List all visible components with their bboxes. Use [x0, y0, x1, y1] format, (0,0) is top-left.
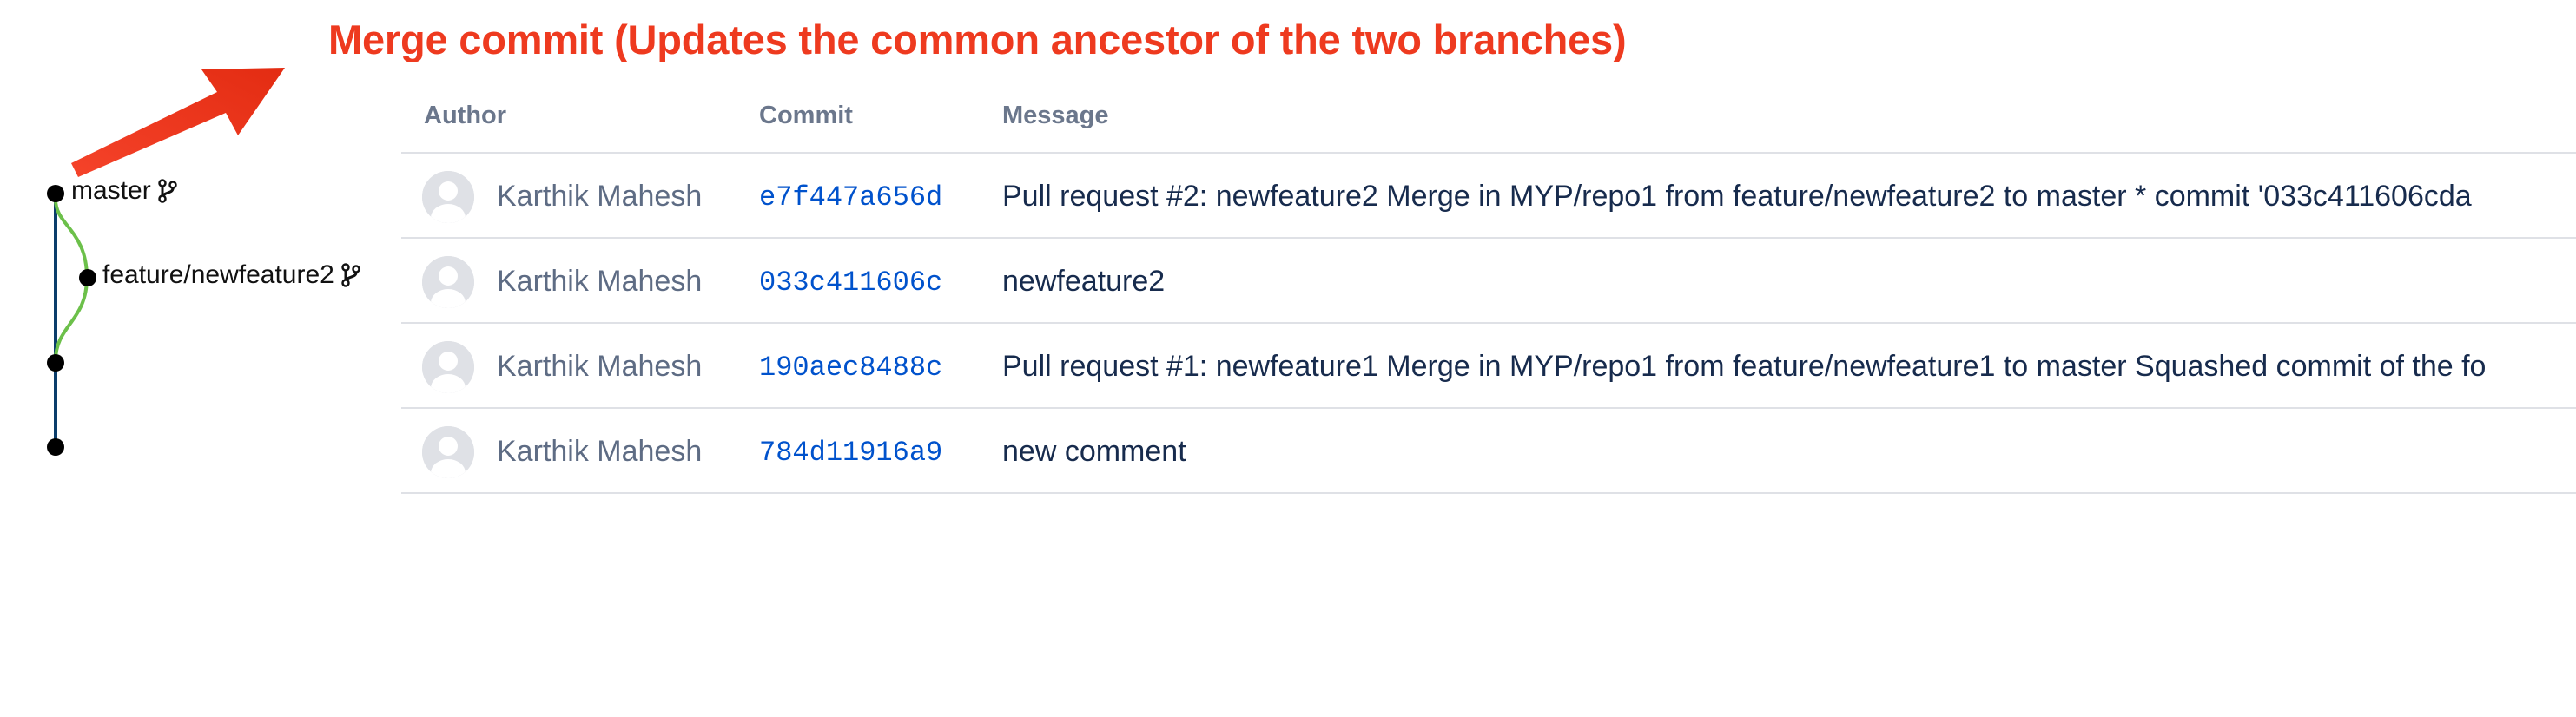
- commit-message[interactable]: Pull request #1: newfeature1 Merge in MY…: [1002, 350, 2576, 384]
- commit-hash-link[interactable]: 784d11916a9: [759, 437, 942, 469]
- commit-hash-link[interactable]: 033c411606c: [759, 266, 942, 299]
- commit-message[interactable]: Pull request #2: newfeature2 Merge in MY…: [1002, 180, 2576, 214]
- commit-graph-screen: Merge commit (Updates the common ancesto…: [0, 0, 2576, 717]
- header-commit[interactable]: Commit: [759, 102, 853, 130]
- author-name[interactable]: Karthik Mahesh: [497, 265, 702, 299]
- table-row[interactable]: Karthik Mahesh e7f447a656d Pull request …: [401, 154, 2576, 239]
- avatar[interactable]: [422, 171, 474, 223]
- branch-icon: [157, 179, 177, 203]
- commit-message[interactable]: new comment: [1002, 435, 2576, 469]
- avatar[interactable]: [422, 426, 474, 478]
- commit-graph: master feature/newfeature2: [0, 148, 400, 486]
- avatar[interactable]: [422, 256, 474, 308]
- author-name[interactable]: Karthik Mahesh: [497, 180, 702, 214]
- header-author[interactable]: Author: [424, 102, 506, 130]
- table-row[interactable]: Karthik Mahesh 784d11916a9 new comment: [401, 409, 2576, 494]
- branch-name: master: [71, 176, 151, 205]
- commit-hash-link[interactable]: 190aec8488c: [759, 352, 942, 384]
- branch-label-feature-newfeature2[interactable]: feature/newfeature2: [102, 260, 360, 290]
- header-message[interactable]: Message: [1002, 102, 1109, 130]
- table-row[interactable]: Karthik Mahesh 033c411606c newfeature2: [401, 239, 2576, 324]
- commit-node: [79, 269, 96, 286]
- commits-table: Author Commit Message Karthik Mahesh e7f…: [401, 82, 2576, 494]
- table-row[interactable]: Karthik Mahesh 190aec8488c Pull request …: [401, 324, 2576, 409]
- commit-node: [47, 185, 64, 202]
- commit-hash-link[interactable]: e7f447a656d: [759, 181, 942, 214]
- table-header: Author Commit Message: [401, 82, 2576, 154]
- annotation-title: Merge commit (Updates the common ancesto…: [328, 16, 1627, 62]
- author-name[interactable]: Karthik Mahesh: [497, 350, 702, 384]
- user-avatar-icon: [422, 426, 474, 478]
- commit-node: [47, 354, 64, 372]
- commit-node: [47, 438, 64, 456]
- graph-lines: [47, 185, 96, 456]
- branch-label-master[interactable]: master: [71, 176, 177, 206]
- commit-message[interactable]: newfeature2: [1002, 265, 2576, 299]
- user-avatar-icon: [422, 341, 474, 393]
- user-avatar-icon: [422, 256, 474, 308]
- branch-icon: [341, 263, 360, 287]
- user-avatar-icon: [422, 171, 474, 223]
- author-name[interactable]: Karthik Mahesh: [497, 435, 702, 469]
- avatar[interactable]: [422, 341, 474, 393]
- branch-name: feature/newfeature2: [102, 260, 334, 289]
